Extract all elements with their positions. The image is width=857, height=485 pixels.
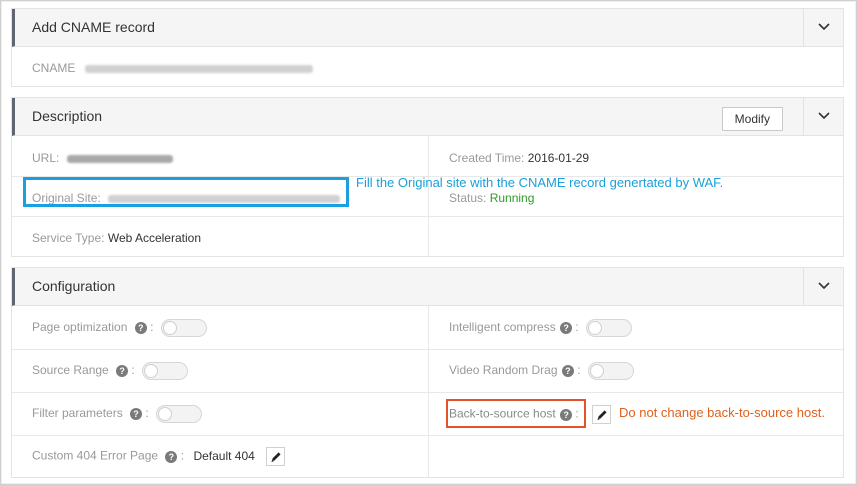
configuration-panel-header[interactable]: Configuration [12, 268, 843, 306]
modify-button[interactable]: Modify [721, 107, 783, 131]
status-field: Status: Running [449, 191, 534, 205]
page-optimization-label: Page optimization [32, 320, 128, 335]
edit-back-to-source-host-button[interactable] [592, 405, 612, 424]
description-row-divider-2 [12, 216, 843, 217]
question-circle-icon[interactable]: ? [561, 365, 574, 377]
cname-collapse-toggle[interactable] [803, 9, 843, 46]
edit-custom-404-button[interactable] [266, 447, 286, 466]
back-to-source-highlight-box [446, 399, 586, 428]
video-random-drag-field: Video Random Drag ? : [449, 362, 634, 380]
configuration-panel-title: Configuration [32, 278, 116, 294]
service-type-label: Service Type: [32, 231, 105, 245]
question-circle-icon[interactable]: ? [130, 408, 143, 420]
chevron-down-icon [818, 23, 830, 31]
colon: : [577, 363, 581, 378]
page-optimization-toggle[interactable] [160, 319, 207, 337]
question-circle-icon[interactable]: ? [560, 322, 573, 334]
cname-panel: Add CNAME record CNAME [11, 8, 844, 87]
custom-404-field: Custom 404 Error Page ? : Default 404 [32, 447, 286, 466]
service-type-field: Service Type: Web Acceleration [32, 231, 201, 245]
source-range-field: Source Range ? : [32, 362, 189, 380]
colon: : [150, 320, 154, 335]
source-range-label: Source Range [32, 363, 109, 378]
video-random-drag-toggle[interactable] [587, 362, 634, 380]
chevron-down-icon [818, 282, 830, 290]
configuration-row-divider-3 [12, 435, 843, 436]
configuration-row-divider-2 [12, 392, 843, 393]
colon: : [575, 320, 579, 335]
service-type-value: Web Acceleration [107, 231, 201, 245]
intelligent-compress-toggle[interactable] [586, 319, 633, 337]
colon: : [180, 448, 185, 463]
video-random-drag-label: Video Random Drag [449, 363, 558, 378]
url-value-redacted [66, 154, 173, 163]
cname-row: CNAME [32, 61, 313, 75]
created-time-field: Created Time: 2016-01-29 [449, 151, 589, 165]
intelligent-compress-field: Intelligent compress ? : [449, 319, 633, 337]
toggle-knob [588, 321, 603, 335]
intelligent-compress-label: Intelligent compress [449, 320, 556, 335]
pencil-icon [597, 410, 607, 420]
question-circle-icon[interactable]: ? [165, 450, 178, 463]
cname-value-redacted [84, 64, 313, 73]
cname-panel-title: Add CNAME record [32, 19, 155, 35]
toggle-knob [158, 407, 173, 421]
pencil-icon [271, 452, 281, 462]
question-circle-icon[interactable]: ? [116, 365, 129, 377]
toggle-knob [144, 364, 159, 378]
description-panel-header[interactable]: Description Modify [12, 98, 843, 136]
question-circle-icon[interactable]: ? [134, 322, 147, 334]
filter-parameters-field: Filter parameters ? : [32, 405, 203, 423]
status-value: Running [489, 191, 535, 205]
configuration-row-divider-1 [12, 349, 843, 350]
description-collapse-toggle[interactable] [803, 98, 843, 135]
page-optimization-field: Page optimization ? : [32, 319, 207, 337]
status-label: Status: [449, 191, 487, 205]
original-site-highlight-box [23, 177, 349, 207]
filter-parameters-label: Filter parameters [32, 406, 123, 421]
back-to-source-annotation: Do not change back-to-source host. [619, 405, 825, 420]
original-site-annotation: Fill the Original site with the CNAME re… [356, 175, 724, 190]
colon: : [131, 363, 135, 378]
toggle-knob [589, 364, 604, 378]
source-range-toggle[interactable] [142, 362, 189, 380]
toggle-knob [162, 321, 177, 335]
colon: : [145, 406, 149, 421]
configuration-panel: Configuration Page optimization ? : Sour… [11, 267, 844, 478]
chevron-down-icon [818, 112, 830, 120]
cname-panel-header[interactable]: Add CNAME record [12, 9, 843, 47]
created-time-value: 2016-01-29 [527, 151, 590, 165]
filter-parameters-toggle[interactable] [156, 405, 203, 423]
custom-404-label: Custom 404 Error Page [32, 448, 159, 463]
url-label: URL: [32, 151, 60, 165]
cname-label: CNAME [32, 61, 76, 75]
configuration-collapse-toggle[interactable] [803, 268, 843, 305]
description-panel-title: Description [32, 108, 103, 124]
description-column-divider [428, 136, 429, 256]
created-time-label: Created Time: [449, 151, 525, 165]
custom-404-value: Default 404 [193, 448, 255, 463]
url-field: URL: [32, 151, 173, 165]
